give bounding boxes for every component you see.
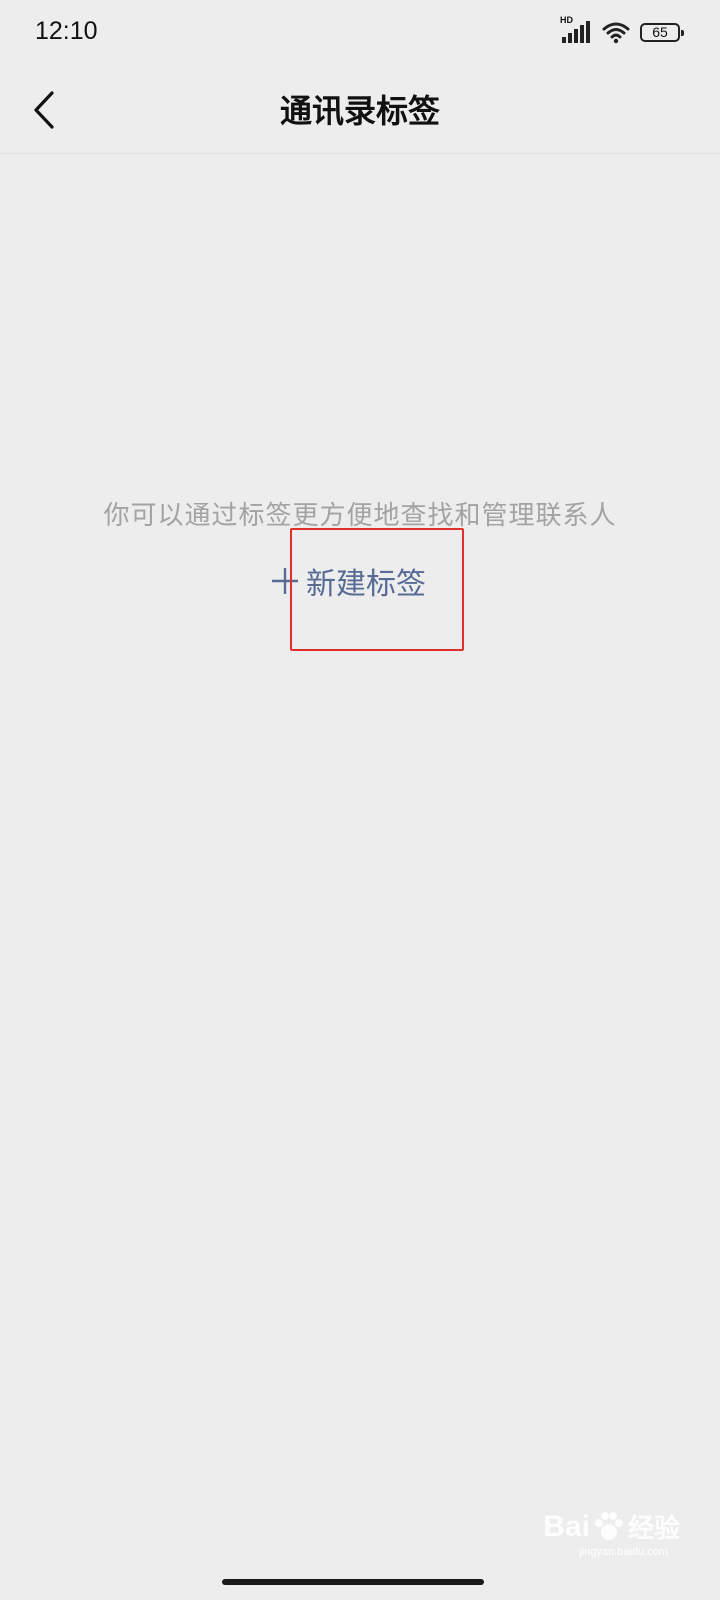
new-tag-label: 新建标签 — [306, 567, 426, 602]
signal-icon: HD — [560, 15, 592, 45]
navigation-bar: 通讯录标签 — [0, 66, 720, 154]
status-bar: 12:10 HD 65 — [0, 0, 720, 66]
watermark-brand: Bai — [543, 1509, 590, 1543]
network-label: HD — [560, 15, 573, 25]
page-title: 通讯录标签 — [279, 92, 440, 130]
paw-icon — [594, 1511, 623, 1540]
watermark-url: jingyan.baidu.com — [579, 1546, 668, 1558]
new-tag-button[interactable]: 新建标签 — [270, 556, 426, 606]
home-indicator[interactable] — [222, 1579, 484, 1585]
baidu-jingyan-watermark: Bai 经验 — [543, 1508, 680, 1545]
wifi-icon — [602, 20, 630, 44]
watermark-brand-suffix: 经验 — [627, 1513, 680, 1543]
status-time: 12:10 — [35, 17, 98, 45]
plus-icon — [272, 568, 298, 594]
battery-icon: 65 — [640, 22, 684, 42]
contact-tags-screen: 12:10 HD 65 通讯录标签 你可以通过标签更方便地查找和管理联系人 新建… — [0, 0, 720, 1600]
battery-level: 65 — [652, 24, 668, 40]
status-icons: HD 65 — [560, 15, 684, 46]
empty-state-hint: 你可以通过标签更方便地查找和管理联系人 — [103, 501, 617, 531]
